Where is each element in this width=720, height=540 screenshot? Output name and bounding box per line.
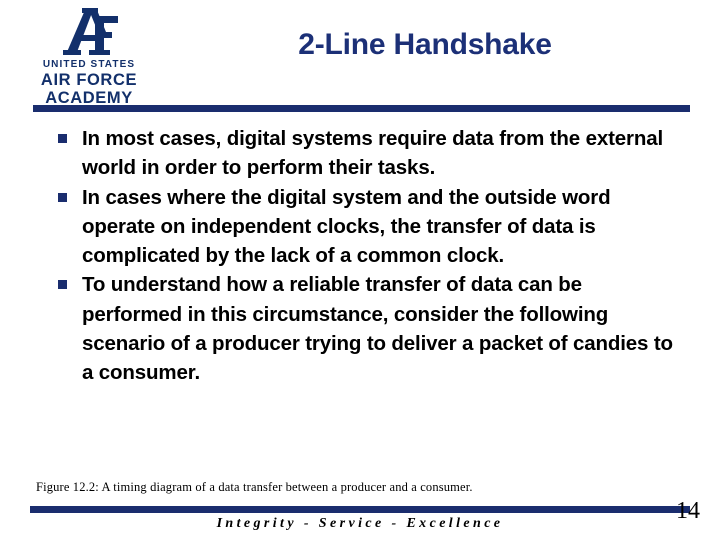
list-item: To understand how a reliable transfer of… [55,270,680,387]
bullet-square-icon [58,134,67,143]
slide: UNITED STATES AIR FORCE ACADEMY 2-Line H… [0,0,720,540]
usafa-logo: UNITED STATES AIR FORCE ACADEMY [30,6,148,107]
bullet-square-icon [58,280,67,290]
list-item-text: In cases where the digital system and th… [82,185,611,268]
list-item-text: To understand how a reliable transfer of… [82,273,673,385]
list-item-text: In most cases, digital systems require d… [82,127,664,180]
figure-caption: Figure 12.2: A timing diagram of a data … [36,480,473,494]
page-number: 14 [676,498,700,524]
af-monogram-icon [51,6,127,58]
header-divider [33,105,690,112]
bullet-square-icon [58,192,67,202]
list-item: In most cases, digital systems require d… [55,124,680,183]
slide-title: 2-Line Handshake [298,28,552,61]
bullet-list: In most cases, digital systems require d… [55,124,680,388]
list-item: In cases where the digital system and th… [55,183,680,271]
footer-divider [30,506,690,513]
logo-line-united-states: UNITED STATES [42,59,136,70]
logo-line-air-force: AIR FORCE [40,71,138,89]
footer-tagline: Integrity - Service - Excellence [216,516,504,531]
